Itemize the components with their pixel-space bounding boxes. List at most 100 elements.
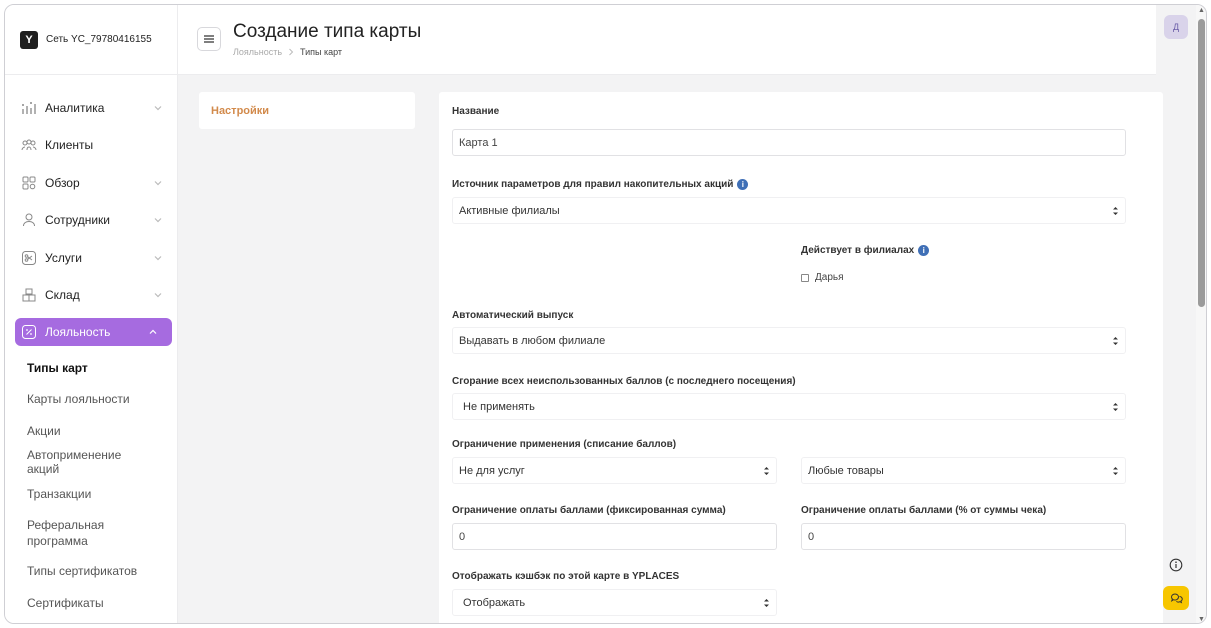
brand[interactable]: Y Сеть YC_79780416155 — [5, 5, 177, 75]
chevron-right-icon — [289, 48, 294, 56]
chat-button[interactable] — [1163, 586, 1189, 610]
source-label-text: Источник параметров для правил накопител… — [452, 179, 734, 190]
restriction-select-value: Не для услуг — [459, 464, 525, 477]
breadcrumb-link[interactable]: Лояльность — [233, 47, 282, 57]
sidebar-item-label: Услуги — [45, 250, 82, 265]
avatar[interactable]: Д — [1164, 15, 1188, 39]
main-menu: Аналитика Клиенты Обзор Сотрудники Услуг… — [5, 75, 177, 619]
sidebar-item-services[interactable]: Услуги — [5, 239, 177, 277]
menu-toggle-button[interactable] — [197, 27, 221, 51]
select-arrows-icon — [1113, 466, 1118, 475]
sidebar-item-staff[interactable]: Сотрудники — [5, 202, 177, 240]
sidebar-item-label: Склад — [45, 288, 80, 303]
scroll-down-arrow-icon[interactable]: ▼ — [1198, 616, 1205, 623]
submenu-item-transactions[interactable]: Транзакции — [5, 478, 177, 510]
card-type-form: Название Источник параметров для правил … — [439, 92, 1163, 623]
boxes-icon — [21, 287, 37, 303]
auto-issue-label: Автоматический выпуск — [452, 310, 574, 321]
name-input[interactable] — [459, 136, 1125, 149]
submenu-item-promotions[interactable]: Акции — [5, 415, 177, 447]
cashback-select-value: Отображать — [463, 596, 526, 609]
select-arrows-icon — [764, 466, 769, 475]
percent-limit-input[interactable] — [808, 530, 1125, 543]
chevron-down-icon — [154, 105, 162, 111]
percent-limit-label: Ограничение оплаты баллами (% от суммы ч… — [801, 505, 1047, 516]
submenu-item-card-types[interactable]: Типы карт — [5, 352, 177, 384]
select-arrows-icon — [1113, 206, 1118, 215]
tab-settings[interactable]: Настройки — [211, 105, 269, 117]
loyalty-submenu: Типы карт Карты лояльности Акции Автопри… — [5, 352, 177, 619]
person-icon — [21, 212, 37, 228]
sidebar: Y Сеть YC_79780416155 Аналитика Клиенты — [5, 5, 178, 623]
checkbox[interactable] — [801, 273, 809, 282]
fixed-limit-label: Ограничение оплаты баллами (фиксированна… — [452, 505, 726, 516]
loyalty-icon — [21, 324, 37, 340]
sidebar-item-loyalty[interactable]: Лояльность — [15, 318, 172, 346]
scroll-up-arrow-icon[interactable]: ▲ — [1198, 7, 1205, 14]
sidebar-item-analytics[interactable]: Аналитика — [5, 89, 177, 127]
info-icon[interactable]: i — [918, 245, 930, 256]
scissors-icon — [21, 250, 37, 266]
branches-label: Действует в филиалах i — [801, 245, 930, 256]
breadcrumb: Лояльность Типы карт — [233, 47, 342, 57]
sidebar-item-clients[interactable]: Клиенты — [5, 127, 177, 165]
select-arrows-icon — [764, 598, 769, 607]
app-window: Y Сеть YC_79780416155 Аналитика Клиенты — [4, 4, 1207, 624]
page-header: Создание типа карты Лояльность Типы карт — [178, 5, 1156, 75]
sidebar-item-warehouse[interactable]: Склад — [5, 277, 177, 315]
submenu-item-certificate-types[interactable]: Типы сертификатов — [5, 556, 177, 588]
fixed-limit-input[interactable] — [459, 530, 776, 543]
info-icon[interactable] — [1169, 558, 1183, 572]
source-label: Источник параметров для правил накопител… — [452, 179, 749, 190]
chevron-down-icon — [154, 218, 162, 223]
name-field[interactable] — [452, 129, 1126, 156]
info-icon[interactable]: i — [737, 179, 749, 190]
select-arrows-icon — [1113, 402, 1118, 411]
chevron-down-icon — [154, 180, 162, 186]
branch-option-label: Дарья — [815, 272, 844, 283]
chevron-down-icon — [154, 255, 162, 261]
auto-issue-select-value: Выдавать в любом филиале — [459, 334, 606, 347]
analytics-icon — [21, 100, 37, 116]
restriction-label: Ограничение применения (списание баллов) — [452, 439, 677, 450]
burn-select[interactable]: Не применять — [452, 393, 1126, 420]
sidebar-item-label: Клиенты — [45, 138, 94, 153]
sidebar-item-label: Аналитика — [45, 100, 105, 115]
cashback-select[interactable]: Отображать — [452, 589, 777, 616]
submenu-item-referral[interactable]: Реферальная программа — [5, 510, 177, 556]
chat-icon — [1170, 593, 1183, 604]
scrollbar[interactable]: ▲ ▼ — [1196, 5, 1206, 623]
submenu-item-loyalty-cards[interactable]: Карты лояльности — [5, 384, 177, 416]
branch-checkbox[interactable]: Дарья — [801, 272, 844, 283]
brand-logo-icon: Y — [20, 30, 38, 49]
page-title: Создание типа карты — [233, 21, 422, 42]
submenu-item-certificates[interactable]: Сертификаты — [5, 587, 177, 619]
breadcrumb-current: Типы карт — [300, 47, 343, 57]
restriction-select-services[interactable]: Не для услуг — [452, 457, 777, 484]
sidebar-item-label: Обзор — [45, 175, 80, 190]
settings-tabs: Настройки — [199, 92, 415, 129]
restriction-select-value: Любые товары — [808, 464, 884, 477]
grid-icon — [21, 175, 37, 191]
hamburger-icon — [204, 35, 214, 43]
percent-limit-field[interactable] — [801, 523, 1126, 550]
chevron-down-icon — [154, 293, 162, 298]
submenu-item-auto-apply[interactable]: Автоприменение акций — [5, 447, 177, 479]
source-select-value: Активные филиалы — [459, 204, 560, 217]
source-select[interactable]: Активные филиалы — [452, 197, 1126, 224]
branches-label-text: Действует в филиалах — [801, 245, 915, 256]
sidebar-item-overview[interactable]: Обзор — [5, 164, 177, 202]
restriction-select-goods[interactable]: Любые товары — [801, 457, 1126, 484]
sidebar-item-label: Лояльность — [45, 325, 111, 339]
burn-label: Сгорание всех неиспользованных баллов (с… — [452, 376, 796, 387]
submenu-item-label: Реферальная программа — [27, 517, 105, 548]
auto-issue-select[interactable]: Выдавать в любом филиале — [452, 327, 1126, 354]
chevron-up-icon — [149, 329, 157, 334]
brand-name: Сеть YC_79780416155 — [46, 34, 152, 45]
sidebar-item-label: Сотрудники — [45, 213, 110, 228]
burn-select-value: Не применять — [463, 400, 535, 413]
fixed-limit-field[interactable] — [452, 523, 777, 550]
scroll-thumb[interactable] — [1198, 19, 1205, 307]
clients-icon — [21, 137, 37, 153]
cashback-label: Отображать кэшбэк по этой карте в YPLACE… — [452, 571, 680, 582]
